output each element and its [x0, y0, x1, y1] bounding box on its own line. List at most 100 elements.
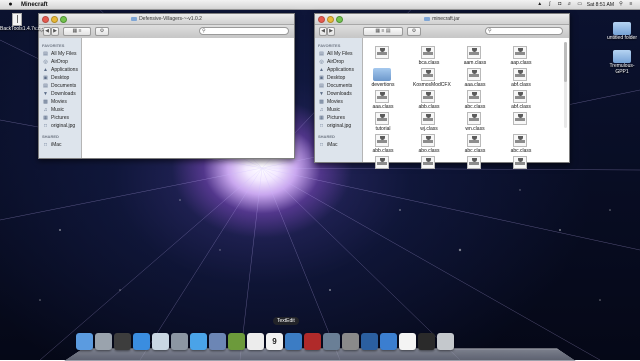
sidebar-item-desktop[interactable]: ▣ Desktop — [39, 74, 81, 82]
view-buttons[interactable]: ▦ ≡ — [63, 27, 91, 36]
app-store-icon[interactable] — [133, 333, 150, 350]
search-field[interactable]: ⚲ — [199, 27, 289, 35]
dock-icons: 9 — [76, 333, 454, 350]
sidebar-item-movies[interactable]: ▩ Movies — [39, 98, 81, 106]
file-item[interactable]: abf.class — [505, 90, 551, 112]
document-icon[interactable] — [399, 333, 416, 350]
forward-button[interactable]: ▶ — [327, 27, 335, 36]
file-item[interactable]: aaa.class — [367, 90, 413, 112]
preview-icon[interactable] — [152, 333, 169, 350]
file-item[interactable] — [505, 112, 551, 134]
network-icon[interactable] — [380, 333, 397, 350]
desktop-icon-backtools-zip[interactable]: BackTools1.4.7v.zip — [0, 13, 44, 32]
file-item[interactable] — [459, 156, 505, 178]
file-item[interactable]: abb.class — [413, 90, 459, 112]
file-item[interactable]: abf.class — [505, 68, 551, 90]
screen-sharing-icon[interactable] — [361, 333, 378, 350]
sidebar-item-imac[interactable]: □ iMac — [315, 141, 362, 149]
apple-icon[interactable]: ● — [6, 0, 15, 10]
file-item[interactable] — [367, 46, 413, 68]
sidebar-item-downloads[interactable]: ▼ Downloads — [39, 90, 81, 98]
file-item[interactable]: wj.class — [413, 112, 459, 134]
file-item[interactable] — [413, 156, 459, 178]
action-button[interactable]: ⚙ — [407, 27, 421, 36]
sidebar-item-pictures[interactable]: ▦ Pictures — [315, 114, 362, 122]
terminal-icon[interactable] — [418, 333, 435, 350]
sidebar-item-desktop[interactable]: ▣ Desktop — [315, 74, 362, 82]
sidebar-item-original-jpg[interactable]: □ original.jpg — [39, 122, 81, 130]
sidebar-item-all-my-files[interactable]: ▤ All My Files — [39, 50, 81, 58]
file-name: abb.class — [418, 104, 440, 110]
file-item[interactable]: abc.class — [459, 90, 505, 112]
forward-button[interactable]: ▶ — [51, 27, 59, 36]
file-item[interactable] — [505, 156, 551, 178]
sidebar-item-imac[interactable]: □ iMac — [39, 141, 81, 149]
itunes-icon[interactable] — [285, 333, 302, 350]
calendar-day: 9 — [272, 337, 277, 346]
sidebar-item-documents[interactable]: ▤ Documents — [315, 82, 362, 90]
sidebar-item-airdrop[interactable]: ◎ AirDrop — [315, 58, 362, 66]
folder-item[interactable]: devertions — [367, 68, 413, 90]
wifi-icon[interactable]: ◘ — [557, 2, 563, 7]
safari-icon[interactable] — [190, 333, 207, 350]
desktop-icon-tremulous-gpp1[interactable]: Tremulous-GPP1 — [605, 50, 639, 75]
search-field[interactable]: ⚲ — [485, 27, 563, 35]
desktop-icon-untitled-folder[interactable]: untitled folder — [605, 22, 639, 41]
minecraft-icon[interactable] — [228, 333, 245, 350]
photo-booth-icon[interactable] — [304, 333, 321, 350]
file-item[interactable]: abc.class — [459, 134, 505, 156]
sidebar-item-applications[interactable]: ▲ Applications — [39, 66, 81, 74]
textedit-icon[interactable] — [247, 333, 264, 350]
sidebar-item-music[interactable]: ♫ Music — [315, 106, 362, 114]
vertical-scrollbar[interactable] — [564, 42, 567, 128]
window-titlebar[interactable]: Defensive-Villagers-~-v1.0.2 — [39, 14, 294, 25]
action-button[interactable]: ⚙ — [95, 27, 109, 36]
sidebar-item-original-jpg[interactable]: □ original.jpg — [315, 122, 362, 130]
launchpad-icon[interactable] — [95, 333, 112, 350]
notification-icon[interactable]: ▲ — [537, 2, 543, 7]
sidebar-item-downloads[interactable]: ▼ Downloads — [315, 90, 362, 98]
system-preferences-icon[interactable] — [342, 333, 359, 350]
file-item[interactable]: wn.class — [459, 112, 505, 134]
sidebar-item-pictures[interactable]: ▦ Pictures — [39, 114, 81, 122]
file-item[interactable]: aaa.class — [459, 68, 505, 90]
scrollbar-thumb[interactable] — [564, 42, 567, 82]
disk-utility-icon[interactable] — [171, 333, 188, 350]
window-titlebar[interactable]: minecraft.jar — [315, 14, 569, 25]
file-item[interactable]: abc.class — [505, 134, 551, 156]
back-button[interactable]: ◀ — [43, 27, 51, 36]
sidebar-item-documents[interactable]: ▤ Documents — [39, 82, 81, 90]
spotlight-icon[interactable]: ⚲ — [618, 2, 624, 7]
file-item[interactable]: KosmosModCFX — [413, 68, 459, 90]
pictures-icon: ▦ — [319, 114, 324, 121]
file-area-empty[interactable] — [82, 38, 294, 158]
iphoto-icon[interactable] — [323, 333, 340, 350]
volume-icon[interactable]: ♬ — [567, 2, 573, 7]
file-item[interactable]: aam.class — [459, 46, 505, 68]
view-buttons[interactable]: ▦ ≡ ▤ — [363, 27, 403, 36]
music-icon: ♫ — [319, 106, 324, 113]
file-item[interactable]: abo.class — [413, 134, 459, 156]
app-name[interactable]: Minecraft — [21, 2, 48, 8]
file-item[interactable]: abb.class — [367, 134, 413, 156]
bluetooth-icon[interactable]: ∫ — [547, 2, 553, 7]
clock[interactable]: Sat 8:51 AM — [587, 2, 614, 8]
finder-icon[interactable] — [76, 333, 93, 350]
sidebar-item-airdrop[interactable]: ◎ AirDrop — [39, 58, 81, 66]
file-item[interactable]: aap.class — [505, 46, 551, 68]
file-item[interactable] — [367, 156, 413, 178]
list-icon[interactable]: ≡ — [628, 2, 634, 7]
trash-icon[interactable] — [437, 333, 454, 350]
calendar-icon[interactable]: 9 — [266, 333, 283, 350]
sidebar-item-movies[interactable]: ▩ Movies — [315, 98, 362, 106]
file-item[interactable]: bca.class — [413, 46, 459, 68]
sidebar-item-music[interactable]: ♫ Music — [39, 106, 81, 114]
imac-icon: □ — [43, 141, 48, 148]
sidebar-item-applications[interactable]: ▲ Applications — [315, 66, 362, 74]
battery-icon[interactable]: ▭ — [577, 2, 583, 7]
dashboard-icon[interactable] — [114, 333, 131, 350]
mail-icon[interactable] — [209, 333, 226, 350]
file-item[interactable]: tutorial — [367, 112, 413, 134]
back-button[interactable]: ◀ — [319, 27, 327, 36]
sidebar-item-all-my-files[interactable]: ▤ All My Files — [315, 50, 362, 58]
